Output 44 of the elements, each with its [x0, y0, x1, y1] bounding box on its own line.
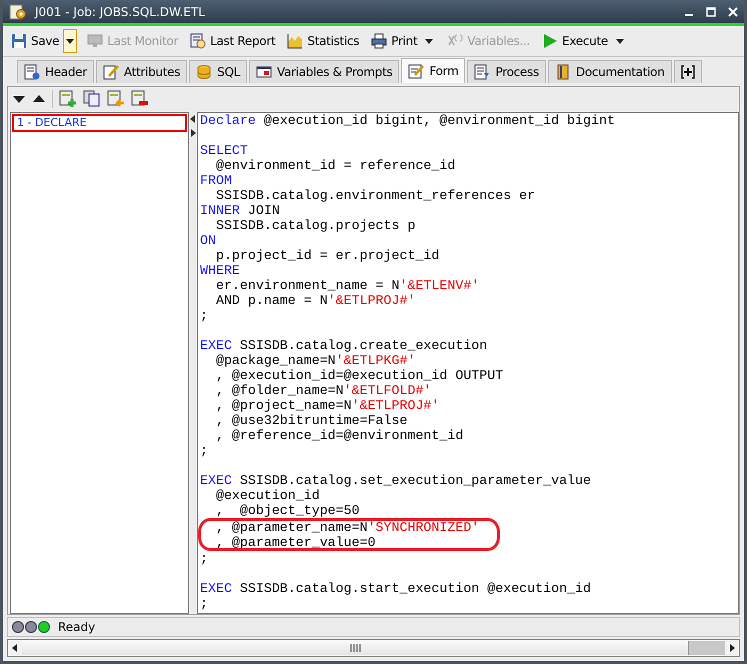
code-line: , @parameter_value=0 [214, 535, 377, 550]
code-line: ; [200, 551, 209, 566]
tab[interactable]: Attributes [96, 60, 188, 83]
window-title: J001 - Job: JOBS.SQL.DW.ETL [35, 4, 206, 18]
code-line: ; [200, 308, 209, 323]
toolbar-button[interactable]: Print [369, 31, 420, 51]
code-line: FROM [200, 173, 233, 188]
code-line: p.project_id = er.project_id [214, 248, 440, 263]
code-line: , @folder_name=N'&ETLFOLD#' [214, 383, 432, 398]
code-line: ; [200, 443, 209, 458]
code-line: , @project_name=N'&ETLPROJ#' [214, 398, 440, 413]
code-line: SSISDB.catalog.environment_references er [214, 188, 536, 203]
toolbar-button[interactable]: Statistics [285, 31, 362, 51]
code-line: AND p.name = N'&ETLPROJ#' [214, 293, 416, 308]
code-line: , @execution_id=@execution_id OUTPUT [214, 368, 504, 383]
code-line: ON [200, 233, 217, 248]
toolbar-button[interactable]: Last Report [188, 31, 278, 51]
code-line: INNER JOIN [200, 203, 281, 218]
tab[interactable]: Process [467, 60, 546, 83]
code-line: Declare @execution_id bigint, @environment_id bigint [200, 113, 616, 128]
tab[interactable]: Variables & Prompts [249, 60, 400, 83]
code-line: , @use32bitruntime=False [214, 413, 408, 428]
code-line: WHERE [200, 263, 241, 278]
status-text: Ready [58, 620, 96, 634]
code-line: , @object_type=50 [214, 503, 361, 518]
code-line: , @parameter_name=N'SYNCHRONIZED' [214, 520, 480, 535]
code-line: SELECT [200, 143, 249, 158]
tab[interactable]: Header [17, 60, 94, 83]
code-line: SSISDB.catalog.projects p [214, 218, 416, 233]
tab[interactable]: Documentation [548, 60, 672, 83]
code-line: @execution_id [214, 488, 321, 503]
code-line: EXEC SSISDB.catalog.create_execution [200, 338, 488, 353]
step-item[interactable]: 1 - DECLARE [12, 114, 187, 132]
code-line: @package_name=N'&ETLPKG#' [214, 353, 416, 368]
code-line: ; [200, 596, 209, 611]
code-line: , @reference_id=@environment_id [214, 428, 464, 443]
toolbar-button[interactable]: Execute [540, 31, 610, 51]
tab[interactable]: SQL [189, 60, 248, 83]
tab[interactable]: Form [401, 58, 466, 83]
code-line: er.environment_name = N'&ETLENV#' [214, 278, 480, 293]
code-line: EXEC SSISDB.catalog.start_execution @execution_id [200, 581, 592, 596]
toolbar-button[interactable]: Save [9, 31, 62, 51]
code-line: EXEC SSISDB.catalog.set_execution_parameter_value [200, 473, 592, 488]
code-line: @environment_id = reference_id [214, 158, 456, 173]
